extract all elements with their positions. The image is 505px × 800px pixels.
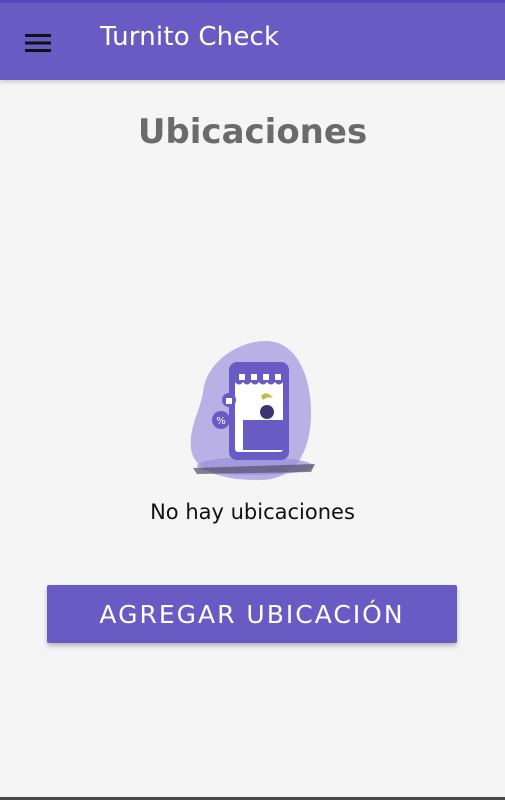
menu-button[interactable] [20,25,56,61]
page-title: Ubicaciones [137,112,368,152]
add-location-button[interactable]: AGREGAR UBICACIÓN [47,585,457,643]
app-title: Turnito Check [100,22,280,52]
app-bar: Turnito Check [0,0,505,80]
hamburger-menu-icon [25,33,51,53]
empty-store-illustration: % [183,338,323,483]
empty-state-message: No hay ubicaciones [150,500,355,524]
svg-text:%: % [216,416,226,427]
